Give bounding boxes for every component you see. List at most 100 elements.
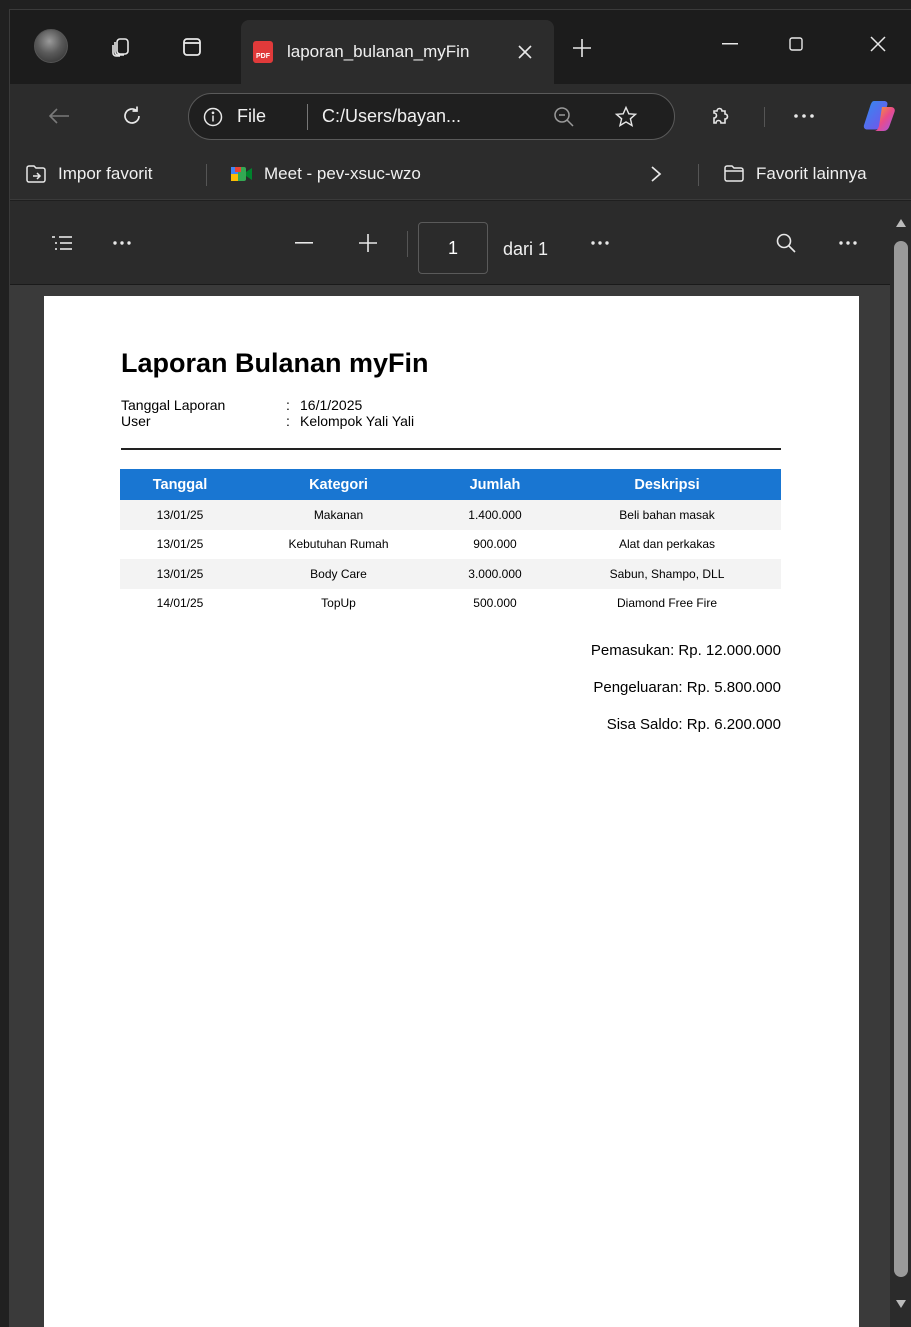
puzzle-icon — [713, 107, 729, 124]
cell-amount: 1.400.000 — [437, 500, 553, 530]
scroll-up-arrow-icon[interactable] — [896, 219, 906, 227]
report-title: Laporan Bulanan myFin — [121, 348, 429, 378]
contents-button[interactable] — [46, 227, 78, 259]
more-bookmarks-chevron[interactable] — [650, 162, 662, 186]
income-total: Pemasukan: Rp. 12.000.000 — [590, 642, 781, 659]
cell-date: 13/01/25 — [156, 537, 204, 552]
page-count-label: dari 1 — [503, 239, 549, 259]
meta-separator: : — [286, 397, 290, 413]
cell-description: Beli bahan masak — [553, 500, 781, 530]
table-row: 13/01/25 Makanan 1.400.000 Beli bahan ma… — [120, 500, 781, 530]
more-horizontal-icon — [839, 241, 857, 245]
table-header-row: Tanggal Kategori Jumlah Deskripsi — [120, 469, 781, 500]
profile-avatar[interactable] — [34, 29, 68, 63]
more-pdf-tools-button[interactable] — [584, 227, 616, 259]
search-icon — [776, 233, 796, 253]
maximize-button[interactable] — [766, 24, 826, 64]
column-header-description: Deskripsi — [553, 469, 781, 500]
bookmark-meet[interactable]: Meet - pev-xsuc-wzo — [230, 162, 421, 186]
pdf-icon: PDF — [253, 41, 273, 63]
refresh-button[interactable] — [116, 100, 148, 132]
close-icon — [518, 45, 532, 59]
meta-separator: : — [286, 413, 290, 429]
folder-icon — [722, 163, 746, 185]
page-number-input[interactable] — [418, 222, 488, 274]
cell-amount: 900.000 — [473, 537, 517, 552]
copilot-icon — [863, 101, 895, 131]
bookmark-other-favorites[interactable]: Favorit lainnya — [722, 162, 867, 186]
cell-description: Diamond Free Fire — [616, 596, 718, 611]
cell-description: Sabun, Shampo, DLL — [553, 559, 781, 589]
pdf-page: Laporan Bulanan myFin Tanggal Laporan:16… — [44, 296, 859, 1327]
cell-category: Kebutuhan Rumah — [288, 537, 389, 552]
meta-value: 16/1/2025 — [300, 397, 363, 413]
more-horizontal-icon — [591, 241, 609, 245]
cell-amount: 3.000.000 — [437, 559, 553, 589]
minimize-button[interactable] — [700, 24, 760, 64]
scroll-down-arrow-icon[interactable] — [896, 1300, 906, 1308]
zoom-in-button[interactable] — [352, 227, 384, 259]
copilot-button[interactable] — [860, 98, 900, 134]
pdf-viewer: dari 1 Laporan Bulanan myFin Tanggal Lap… — [10, 201, 911, 1327]
new-tab-button[interactable] — [566, 32, 598, 64]
scrollbar-thumb[interactable] — [894, 241, 908, 1277]
expense-total: Pengeluaran: Rp. 5.800.000 — [593, 679, 781, 696]
pdf-toolbar: dari 1 — [10, 201, 890, 285]
table-row: 14/01/25 TopUp 500.000 Diamond Free Fire — [120, 589, 781, 619]
favorite-star-icon[interactable] — [614, 105, 638, 129]
favorites-bar: Impor favorit Meet - pev-xsuc-wzo Favori… — [10, 148, 911, 200]
cell-category: Makanan — [240, 500, 437, 530]
divider — [407, 231, 408, 257]
divider — [698, 164, 699, 186]
tab-title: laporan_bulanan_myFin — [287, 42, 470, 61]
vertical-scrollbar[interactable] — [890, 201, 911, 1327]
bookmark-import-favorites[interactable]: Impor favorit — [24, 162, 152, 186]
workspaces-icon[interactable] — [106, 32, 136, 62]
find-button[interactable] — [770, 227, 802, 259]
cell-amount: 500.000 — [473, 596, 517, 611]
cell-date: 13/01/25 — [120, 500, 240, 530]
tab-close-button[interactable] — [511, 38, 539, 66]
info-icon[interactable] — [203, 107, 223, 127]
more-horizontal-icon — [794, 114, 814, 118]
column-header-amount: Jumlah — [437, 469, 553, 500]
bookmark-label: Impor favorit — [58, 164, 153, 183]
zoom-out-icon[interactable] — [553, 106, 575, 128]
maximize-icon — [789, 37, 803, 51]
url-scheme: File — [237, 106, 267, 126]
back-button[interactable] — [43, 100, 75, 132]
divider-line — [121, 448, 781, 450]
more-options-button[interactable] — [106, 227, 138, 259]
close-icon — [870, 36, 886, 52]
extensions-button[interactable] — [704, 100, 736, 132]
meta-row-user: User: Kelompok Yali Yali — [121, 413, 414, 429]
cell-date: 13/01/25 — [120, 559, 240, 589]
close-window-button[interactable] — [848, 24, 908, 64]
balance-total: Sisa Saldo: Rp. 6.200.000 — [606, 716, 781, 733]
bookmark-label: Favorit lainnya — [756, 164, 867, 183]
navigation-bar: File C:/Users/bayan... — [10, 84, 911, 148]
cell-description: Alat dan perkakas — [618, 537, 716, 552]
pdf-settings-button[interactable] — [832, 227, 864, 259]
list-icon — [52, 236, 72, 250]
address-bar[interactable]: File C:/Users/bayan... — [188, 93, 675, 140]
more-horizontal-icon — [113, 241, 131, 245]
tab-actions-icon[interactable] — [177, 32, 207, 62]
zoom-out-button[interactable] — [288, 227, 320, 259]
cell-category: Body Care — [240, 559, 437, 589]
cell-category: TopUp — [321, 596, 356, 611]
browser-window: PDF laporan_bulanan_myFin File C:/Users/… — [9, 9, 911, 1327]
tab-strip: PDF laporan_bulanan_myFin — [10, 10, 911, 84]
settings-more-button[interactable] — [788, 100, 820, 132]
tab-active[interactable]: PDF laporan_bulanan_myFin — [241, 20, 554, 84]
meta-row-date: Tanggal Laporan:16/1/2025 — [121, 397, 362, 413]
meta-key: Tanggal Laporan — [121, 397, 226, 413]
url-text[interactable]: C:/Users/bayan... — [322, 106, 461, 127]
import-favorites-icon — [24, 163, 48, 185]
plus-icon — [359, 234, 377, 252]
chevron-right-icon — [651, 166, 662, 182]
bookmark-label: Meet - pev-xsuc-wzo — [264, 164, 421, 183]
google-meet-icon — [230, 163, 254, 185]
meta-value: Kelompok Yali Yali — [300, 413, 415, 429]
table-row: 13/01/25 Kebutuhan Rumah 900.000 Alat da… — [120, 530, 781, 560]
